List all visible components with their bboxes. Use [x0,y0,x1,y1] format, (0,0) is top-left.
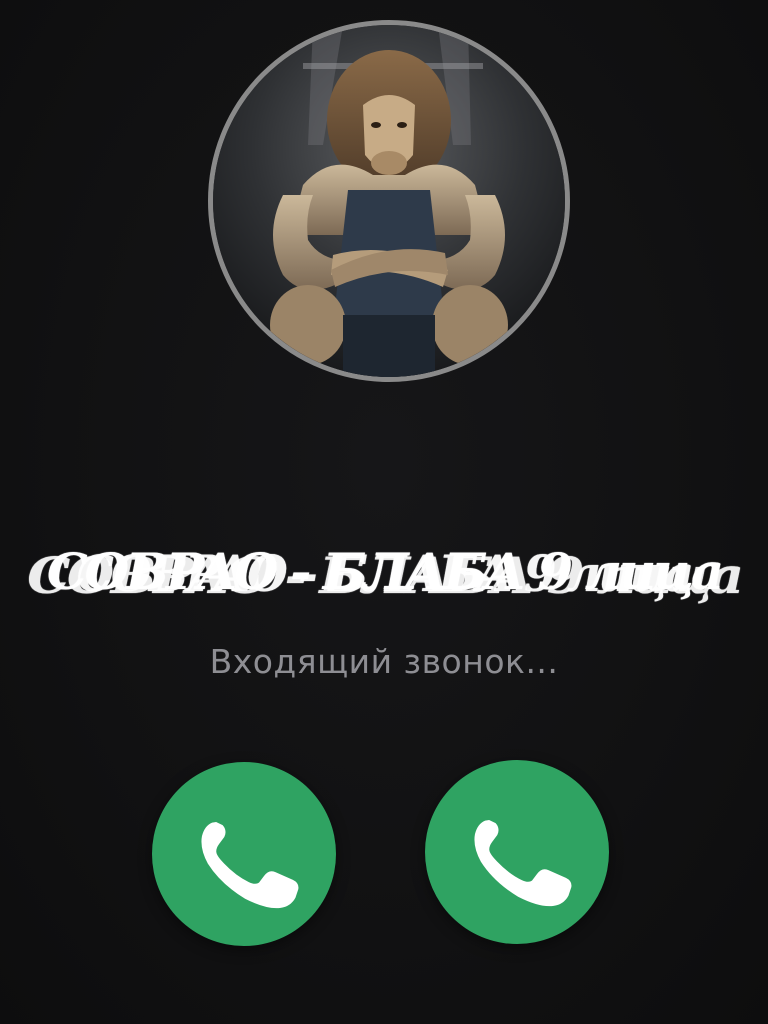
incoming-call-screen: COBPAO - БЛАБА 9 лица COBPAO - БЛАБА 9 л… [0,0,768,1024]
lion-bodybuilder-icon [213,25,565,377]
phone-icon [425,760,609,944]
answer-call-button[interactable] [152,762,336,946]
caller-name: COBPAO - БЛАБА 9 лица COBPAO - БЛАБА 9 л… [0,538,768,618]
caller-name-text-overlay-2: COBPAO - БЛАБА 9 лица [27,546,744,605]
answer-call-button-2[interactable] [425,760,609,944]
phone-icon [152,762,336,946]
caller-avatar [208,20,570,382]
call-status: Входящий звонок... [209,642,559,681]
